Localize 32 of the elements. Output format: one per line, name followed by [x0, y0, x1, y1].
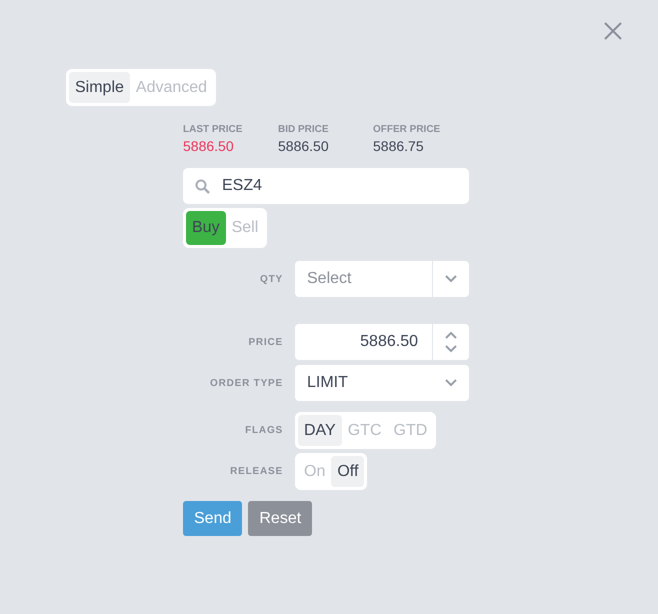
price-field[interactable]: 5886.50	[295, 324, 469, 360]
chevron-up-icon[interactable]	[445, 331, 457, 339]
send-button[interactable]: Send	[183, 501, 242, 536]
price-value: 5886.50	[183, 138, 235, 154]
flag-toggle[interactable]: GTD	[388, 415, 434, 446]
reset-button[interactable]: Reset	[248, 501, 312, 536]
chevron-down-icon	[445, 379, 457, 387]
close-icon[interactable]	[603, 21, 623, 41]
field-label: QTY	[259, 274, 283, 284]
price-label: OFFER PRICE	[373, 124, 442, 135]
mode-tab[interactable]: Simple	[69, 72, 130, 103]
price-label: BID PRICE	[278, 124, 330, 135]
price-value: 5886.50	[278, 138, 330, 154]
field-label: ORDER TYPE	[208, 378, 283, 388]
price-value: 5886.75	[373, 138, 425, 154]
chevron-down-icon[interactable]	[445, 345, 457, 353]
field-label: FLAGS	[244, 425, 283, 436]
field-label: RELEASE	[229, 466, 283, 477]
mode-tab[interactable]: Advanced	[130, 72, 214, 103]
field-label: PRICE	[247, 336, 283, 348]
release-toggle[interactable]: On	[298, 456, 332, 487]
side-toggle[interactable]: Sell	[226, 211, 264, 245]
search-field[interactable]: ESZ4	[183, 168, 469, 204]
flag-toggle[interactable]: DAY	[298, 415, 342, 446]
order-type-select[interactable]: LIMIT	[295, 365, 469, 401]
chevron-down-icon	[445, 275, 457, 283]
search-icon	[195, 178, 210, 194]
price-label: LAST PRICE	[183, 124, 244, 135]
side-toggle[interactable]: Buy	[186, 211, 226, 245]
qty-select[interactable]: Select	[295, 261, 469, 297]
flag-toggle[interactable]: GTC	[342, 415, 388, 446]
release-toggle[interactable]: Off	[331, 456, 364, 487]
